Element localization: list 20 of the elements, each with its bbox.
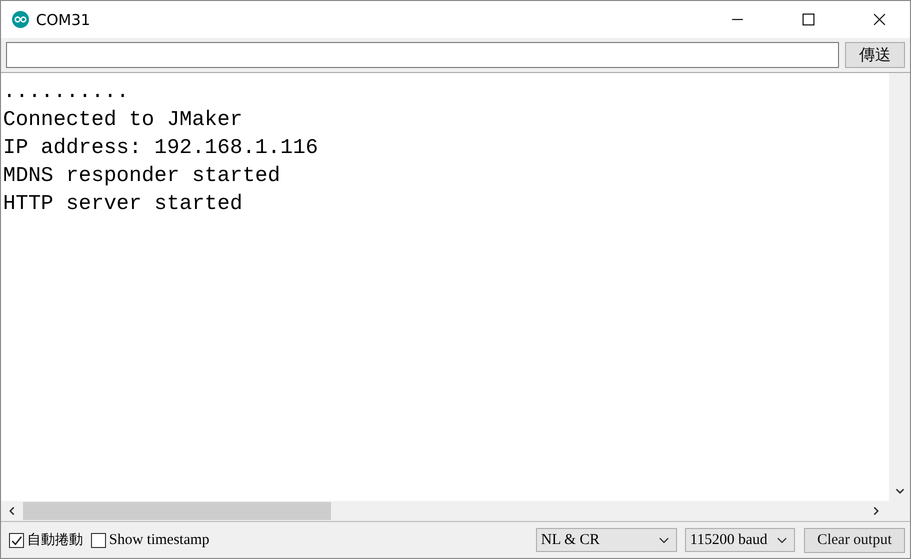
close-icon[interactable] bbox=[873, 13, 886, 26]
output-line: HTTP server started bbox=[3, 192, 244, 218]
scroll-thumb[interactable] bbox=[23, 502, 331, 520]
line-ending-dropdown[interactable]: NL & CR bbox=[536, 528, 677, 552]
checkbox[interactable] bbox=[91, 532, 106, 548]
output-line: MDNS responder started bbox=[3, 164, 282, 190]
window-title: COM31 bbox=[36, 10, 90, 28]
checkbox[interactable] bbox=[9, 532, 24, 548]
output-line: IP address: 192.168.1.116 bbox=[3, 136, 320, 162]
app-logo-icon bbox=[12, 11, 29, 28]
maximize-icon[interactable] bbox=[802, 13, 815, 26]
checkbox-label: 自動捲動 bbox=[27, 531, 83, 549]
send-field[interactable] bbox=[6, 42, 839, 68]
vertical-scrollbar[interactable] bbox=[889, 73, 910, 501]
output-line: .......... bbox=[3, 80, 130, 106]
checkbox-label: Show timestamp bbox=[109, 532, 210, 548]
baud-rate-dropdown[interactable]: 115200 baud bbox=[685, 528, 795, 552]
clear-output-button[interactable]: Clear output bbox=[804, 528, 905, 552]
output-line: Connected to JMaker bbox=[3, 108, 244, 134]
send-button[interactable]: 傳送 bbox=[845, 42, 905, 68]
